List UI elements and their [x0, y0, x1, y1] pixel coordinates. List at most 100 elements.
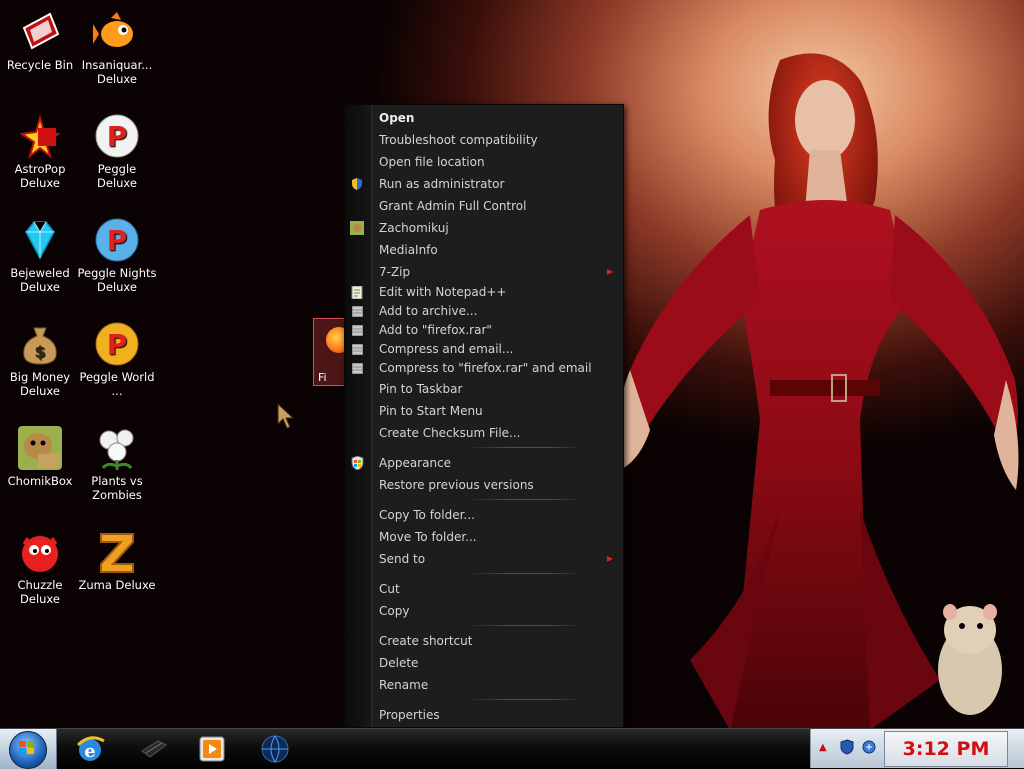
start-button[interactable] — [0, 729, 57, 769]
menu-separator — [345, 570, 623, 578]
menu-item-restore-previous-versions[interactable]: Restore previous versions — [345, 474, 623, 496]
desktop-icon-chuzzle[interactable]: Chuzzle Deluxe — [0, 528, 80, 606]
svg-text:P: P — [107, 328, 128, 361]
tray-expand-icon[interactable]: ▲ — [819, 742, 827, 753]
desktop-icon-chomikbox[interactable]: ChomikBox — [0, 424, 80, 488]
menu-item-label: MediaInfo — [379, 243, 438, 257]
menu-item-label: Compress to "firefox.rar" and email — [379, 361, 592, 375]
desktop-icon-plants-vs-zombies[interactable]: Plants vs Zombies — [77, 424, 157, 502]
menu-item-open[interactable]: Open — [345, 107, 623, 129]
archive-icon — [350, 305, 364, 319]
desktop-icon-label: AstroPop Deluxe — [14, 162, 66, 190]
tray-shield-icon[interactable] — [839, 739, 855, 755]
desktop-icon-peggle-world[interactable]: P Peggle World ... — [77, 320, 157, 398]
menu-item-cut[interactable]: Cut — [345, 578, 623, 600]
menu-item-create-checksum-file[interactable]: Create Checksum File... — [345, 422, 623, 444]
menu-item-add-to-archive[interactable]: Add to archive... — [345, 302, 623, 321]
desktop-icon-peggle-nights[interactable]: P Peggle Nights Deluxe — [77, 216, 157, 294]
menu-item-label: Rename — [379, 678, 429, 692]
menu-item-run-as-administrator[interactable]: Run as administrator — [345, 173, 623, 195]
svg-text:$: $ — [34, 342, 45, 361]
tray-network-icon[interactable] — [861, 739, 877, 755]
media-app-icon[interactable] — [138, 733, 170, 765]
menu-item-label: Move To folder... — [379, 530, 477, 544]
menu-item-label: Restore previous versions — [379, 478, 534, 492]
menu-item-delete[interactable]: Delete — [345, 652, 623, 674]
menu-item-compress-to-firefox-rar-and-email[interactable]: Compress to "firefox.rar" and email — [345, 359, 623, 378]
peggle-nights-icon: P — [95, 218, 139, 262]
desktop-icon-big-money[interactable]: $ Big Money Deluxe — [0, 320, 80, 398]
desktop-icon-label: Zuma Deluxe — [78, 578, 156, 592]
svg-text:e: e — [84, 741, 95, 762]
menu-separator — [345, 444, 623, 452]
internet-explorer-icon[interactable]: e — [74, 733, 106, 765]
selected-icon-label: Fi — [318, 371, 327, 384]
desktop-icon-recycle-bin[interactable]: Recycle Bin — [0, 8, 80, 72]
menu-item-label: Zachomikuj — [379, 221, 449, 235]
menu-item-pin-to-taskbar[interactable]: Pin to Taskbar — [345, 378, 623, 400]
desktop-icon-insaniquarium[interactable]: Insaniquar... Deluxe — [77, 8, 157, 86]
diamond-icon — [25, 221, 55, 260]
chomikbox-icon — [350, 221, 364, 235]
menu-item-send-to[interactable]: Send to ▶ — [345, 548, 623, 570]
menu-item-label: Open — [379, 111, 415, 125]
taskbar-clock[interactable]: 3:12 PM — [884, 731, 1008, 767]
menu-item-label: Add to "firefox.rar" — [379, 323, 492, 337]
shield-icon — [350, 177, 364, 191]
astropop-icon — [19, 114, 61, 159]
menu-item-compress-and-email[interactable]: Compress and email... — [345, 340, 623, 359]
chomikbox-icon — [18, 426, 62, 470]
menu-item-rename[interactable]: Rename — [345, 674, 623, 696]
menu-item-grant-admin-full-control[interactable]: Grant Admin Full Control — [345, 195, 623, 217]
desktop-icon-label: Peggle World ... — [79, 370, 155, 398]
menu-item-label: Appearance — [379, 456, 452, 470]
menu-item-label: Delete — [379, 656, 419, 670]
svg-text:P: P — [107, 224, 128, 257]
desktop-icon-zuma[interactable]: Zuma Deluxe — [77, 528, 157, 592]
wallpaper-figure — [616, 53, 1019, 730]
chuzzle-icon — [22, 536, 58, 572]
menu-item-label: Pin to Start Menu — [379, 404, 483, 418]
recycle-bin-icon — [22, 12, 60, 50]
menu-item-label: Compress and email... — [379, 342, 514, 356]
menu-separator — [345, 696, 623, 704]
menu-item-copy-to-folder[interactable]: Copy To folder... — [345, 504, 623, 526]
submenu-arrow-icon: ▶ — [606, 554, 613, 563]
desktop-icon-astropop[interactable]: AstroPop Deluxe — [0, 112, 80, 190]
menu-item-create-shortcut[interactable]: Create shortcut — [345, 630, 623, 652]
menu-item-label: Send to — [379, 552, 426, 566]
menu-item-label: Open file location — [379, 155, 485, 169]
menu-item-move-to-folder[interactable]: Move To folder... — [345, 526, 623, 548]
menu-item-add-to-firefox-rar[interactable]: Add to "firefox.rar" — [345, 321, 623, 340]
menu-item-zachomikuj[interactable]: Zachomikuj — [345, 217, 623, 239]
media-player-icon[interactable] — [196, 733, 228, 765]
menu-item-mediainfo[interactable]: MediaInfo — [345, 239, 623, 261]
menu-item-open-file-location[interactable]: Open file location — [345, 151, 623, 173]
archive-icon — [350, 343, 364, 357]
desktop-icon-label: Peggle Nights Deluxe — [77, 266, 157, 294]
menu-item-label: Create shortcut — [379, 634, 473, 648]
menu-item-label: Edit with Notepad++ — [379, 285, 507, 299]
menu-item-7-zip[interactable]: 7-Zip ▶ — [345, 261, 623, 283]
menu-item-pin-to-start-menu[interactable]: Pin to Start Menu — [345, 400, 623, 422]
desktop-icon-bejeweled[interactable]: Bejeweled Deluxe — [0, 216, 80, 294]
mouse-cursor-icon — [277, 402, 295, 429]
desktop-icon-label: Recycle Bin — [6, 58, 74, 72]
desktop-icon-peggle[interactable]: P Peggle Deluxe — [77, 112, 157, 190]
menu-item-label: Copy — [379, 604, 410, 618]
menu-item-label: Troubleshoot compatibility — [379, 133, 538, 147]
desktop-icon-label: Insaniquar... Deluxe — [81, 58, 153, 86]
desktop-icon-label: Chuzzle Deluxe — [17, 578, 63, 606]
menu-item-label: Grant Admin Full Control — [379, 199, 527, 213]
menu-item-troubleshoot-compatibility[interactable]: Troubleshoot compatibility — [345, 129, 623, 151]
svg-text:P: P — [107, 120, 128, 153]
menu-item-appearance[interactable]: Appearance — [345, 452, 623, 474]
zuma-icon — [100, 533, 134, 573]
menu-item-copy[interactable]: Copy — [345, 600, 623, 622]
peggle-world-icon: P — [95, 322, 139, 366]
context-menu-items: Open Troubleshoot compatibility Open file … — [345, 107, 623, 726]
desktop-icon-label: Plants vs Zombies — [91, 474, 143, 502]
menu-item-edit-with-notepad[interactable]: Edit with Notepad++ — [345, 283, 623, 302]
globe-icon[interactable] — [259, 733, 291, 765]
menu-item-properties[interactable]: Properties — [345, 704, 623, 726]
